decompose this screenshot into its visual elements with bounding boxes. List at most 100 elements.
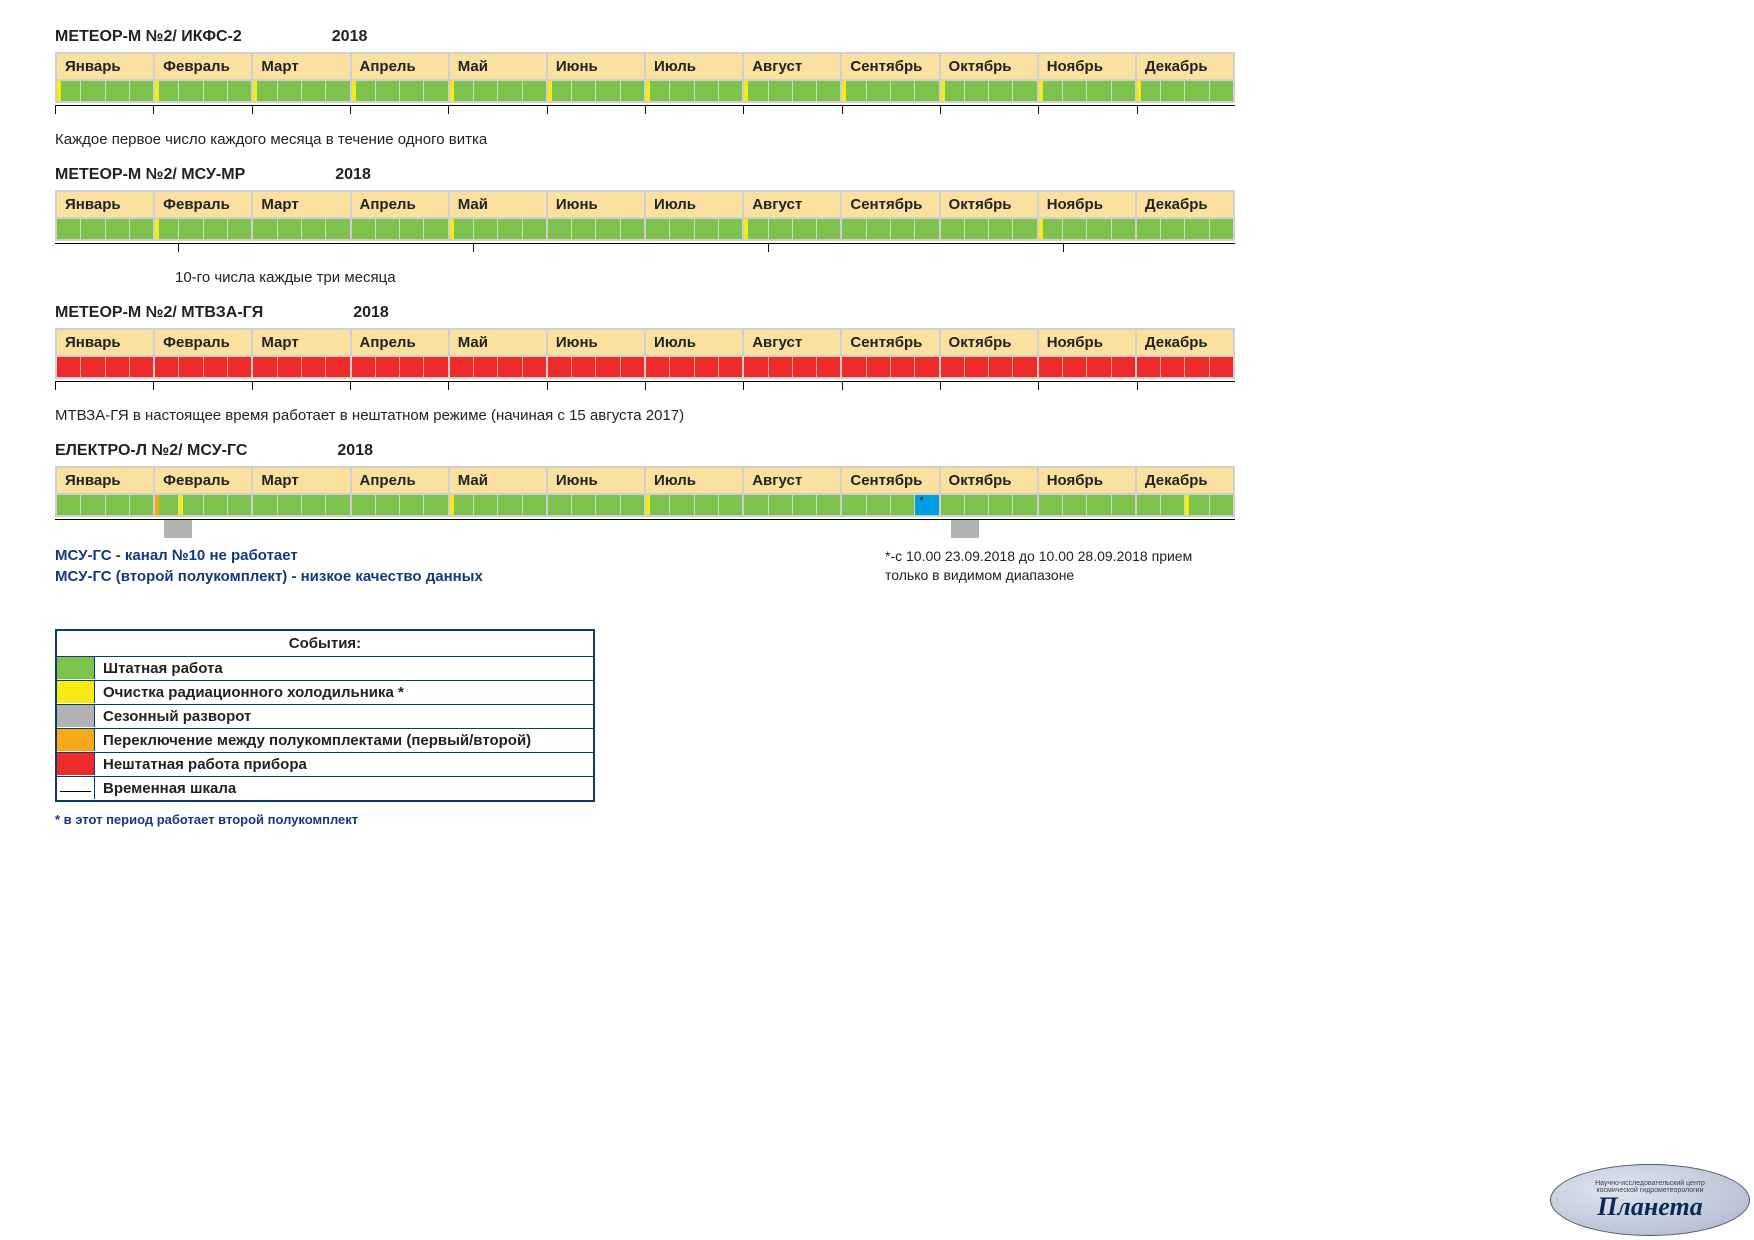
status-cell (572, 357, 596, 377)
status-cell (81, 219, 105, 239)
status-cell (400, 495, 424, 515)
legend-title: События: (57, 631, 593, 657)
status-cell (424, 81, 447, 101)
month-bucket (548, 81, 646, 101)
month-header: Октябрь (941, 54, 1039, 79)
status-cell (744, 219, 768, 239)
status-cell (302, 495, 326, 515)
status-cell (1185, 357, 1209, 377)
month-header: Апрель (352, 54, 450, 79)
status-cell (1161, 495, 1185, 515)
status-cell (867, 495, 891, 515)
status-cell (450, 81, 474, 101)
status-cell (1013, 81, 1036, 101)
month-bucket (155, 81, 253, 101)
status-cell (1112, 495, 1135, 515)
status-cell (915, 81, 938, 101)
status-cell (1210, 81, 1233, 101)
calendar-grid: ЯнварьФевральМартАпрельМайИюньИюльАвгуст… (55, 466, 1235, 517)
status-cell (891, 357, 915, 377)
status-cell (474, 495, 498, 515)
month-header: Декабрь (1137, 468, 1233, 493)
status-cell (326, 81, 349, 101)
month-bucket (1039, 219, 1137, 239)
status-cell (204, 219, 228, 239)
month-header: Сентябрь (842, 468, 940, 493)
status-cell (1039, 495, 1063, 515)
chart-note: Каждое первое число каждого месяца в теч… (55, 131, 1714, 148)
status-cell (302, 219, 326, 239)
status-cell (1161, 81, 1185, 101)
legend-label: Сезонный разворот (95, 705, 593, 728)
status-cell (155, 219, 179, 239)
legend-row: Очистка радиационного холодильника * (57, 681, 593, 705)
month-header: Август (744, 192, 842, 217)
status-cell (400, 81, 424, 101)
month-header: Январь (57, 468, 155, 493)
legend-row: Временная шкала (57, 777, 593, 800)
status-cell (719, 81, 742, 101)
legend-box: События:Штатная работаОчистка радиационн… (55, 629, 595, 802)
logo-brand: Планета (1597, 1194, 1702, 1220)
month-header: Август (744, 54, 842, 79)
legend-swatch-red (57, 753, 95, 775)
status-cell (1161, 357, 1185, 377)
month-bucket (450, 219, 548, 239)
month-header: Март (253, 192, 351, 217)
month-header: Февраль (155, 468, 253, 493)
status-cell (278, 81, 302, 101)
status-cell (1185, 495, 1209, 515)
status-cell (596, 357, 620, 377)
status-cell (915, 357, 938, 377)
month-header: Сентябрь (842, 192, 940, 217)
status-cell (1087, 357, 1111, 377)
month-header-row: ЯнварьФевральМартАпрельМайИюньИюльАвгуст… (57, 468, 1233, 493)
month-bucket (1039, 495, 1137, 515)
month-bucket (842, 219, 940, 239)
month-bucket (450, 495, 548, 515)
legend-row: Нештатная работа прибора (57, 753, 593, 777)
legend-label: Очистка радиационного холодильника * (95, 681, 593, 704)
status-cell (278, 495, 302, 515)
status-cell (204, 357, 228, 377)
status-cell (376, 357, 400, 377)
legend-label: Переключение между полукомплектами (перв… (95, 729, 593, 752)
legend-swatch-line (57, 777, 95, 799)
month-header: Декабрь (1137, 192, 1233, 217)
status-cell (424, 495, 447, 515)
month-bucket (744, 219, 842, 239)
status-cell (769, 81, 793, 101)
status-cell (498, 495, 522, 515)
month-header: Январь (57, 330, 155, 355)
month-header: Июнь (548, 54, 646, 79)
status-cell (842, 495, 866, 515)
status-cell (891, 219, 915, 239)
month-bucket (744, 357, 842, 377)
month-bucket (1039, 357, 1137, 377)
status-cell (57, 357, 81, 377)
status-cell (793, 219, 817, 239)
month-header: Ноябрь (1039, 330, 1137, 355)
status-cell (130, 219, 153, 239)
status-cell (450, 357, 474, 377)
status-cell (670, 357, 694, 377)
status-cell (572, 495, 596, 515)
status-cell (57, 219, 81, 239)
legend-label: Нештатная работа прибора (95, 753, 593, 776)
month-header: Январь (57, 54, 155, 79)
status-cell (1063, 219, 1087, 239)
month-header: Февраль (155, 192, 253, 217)
month-bucket (1137, 357, 1233, 377)
status-cell (228, 219, 251, 239)
month-header: Сентябрь (842, 330, 940, 355)
status-cell (867, 357, 891, 377)
timeline-axis (55, 519, 1235, 537)
status-cell (57, 495, 81, 515)
status-cell (646, 495, 670, 515)
month-header: Август (744, 330, 842, 355)
status-cell (1137, 495, 1161, 515)
status-cell (965, 81, 989, 101)
legend-swatch-orange (57, 729, 95, 751)
status-cell (302, 357, 326, 377)
status-cell (326, 495, 349, 515)
